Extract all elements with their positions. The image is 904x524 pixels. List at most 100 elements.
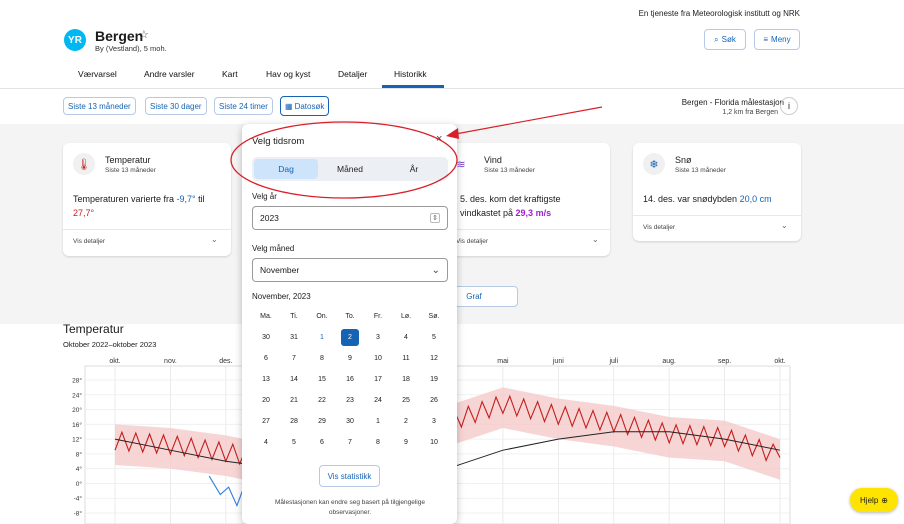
- calendar-day[interactable]: 10: [420, 439, 448, 446]
- yr-logo[interactable]: YR: [64, 29, 86, 51]
- calendar-icon: ▦: [285, 101, 293, 111]
- calendar-day[interactable]: 3: [420, 418, 448, 425]
- wind-period: Siste 13 måneder: [484, 167, 535, 174]
- month-select[interactable]: November ⌄: [252, 258, 448, 282]
- tab-hav-og-kyst[interactable]: Hav og kyst: [266, 69, 310, 79]
- calendar-day[interactable]: 1: [308, 334, 336, 341]
- calendar-day[interactable]: 5: [420, 334, 448, 341]
- period-24-hours[interactable]: Siste 24 timer: [214, 97, 273, 115]
- station-name: Bergen - Florida målestasjon: [681, 98, 784, 107]
- close-icon[interactable]: ×: [436, 133, 442, 145]
- calendar-day[interactable]: 20: [252, 397, 280, 404]
- tab-vaervarsel[interactable]: Værvarsel: [78, 69, 117, 79]
- y-tick-label: 16°: [72, 421, 82, 429]
- calendar-day[interactable]: 23: [336, 397, 364, 404]
- x-tick-label: aug.: [662, 358, 676, 365]
- y-tick-label: 4°: [76, 465, 83, 473]
- wind-card: ≋ Vind Siste 13 måneder 5. des. kom det …: [448, 143, 610, 256]
- calendar-day[interactable]: 24: [364, 397, 392, 404]
- calendar-day[interactable]: 29: [308, 418, 336, 425]
- period-type-tabs: Dag Måned År: [252, 157, 448, 181]
- favorite-star-icon[interactable]: ☆: [139, 28, 149, 41]
- calendar-day[interactable]: 26: [420, 397, 448, 404]
- calendar-day[interactable]: 30: [336, 418, 364, 425]
- calendar-day[interactable]: 31: [280, 334, 308, 341]
- help-button[interactable]: Hjelp ⊕: [850, 488, 898, 512]
- place-name: Bergen: [95, 28, 144, 44]
- calendar-day[interactable]: 27: [252, 418, 280, 425]
- temperature-title: Temperatur: [105, 155, 151, 165]
- stepper-icon[interactable]: ⇕: [430, 213, 440, 223]
- info-icon[interactable]: i: [780, 97, 798, 115]
- calendar-day[interactable]: 7: [336, 439, 364, 446]
- show-statistics-button[interactable]: Vis statistikk: [319, 465, 380, 487]
- chevron-down-icon[interactable]: ⌄: [781, 221, 788, 230]
- calendar-day[interactable]: 5: [280, 439, 308, 446]
- calendar-day[interactable]: 13: [252, 376, 280, 383]
- calendar-day[interactable]: 19: [420, 376, 448, 383]
- chart-title: Temperatur: [63, 322, 124, 336]
- temperature-period: Siste 13 måneder: [105, 167, 156, 174]
- calendar-day[interactable]: 12: [420, 355, 448, 362]
- chevron-down-icon[interactable]: ⌄: [211, 235, 218, 244]
- snowflake-icon: ❄: [643, 153, 665, 175]
- period-13-months[interactable]: Siste 13 måneder: [63, 97, 136, 115]
- weekday-header: Fr.: [373, 313, 383, 320]
- y-tick-label: 12°: [72, 436, 82, 444]
- period-30-days[interactable]: Siste 30 dager: [145, 97, 207, 115]
- menu-button[interactable]: ≡ Meny: [754, 29, 800, 50]
- calendar-day[interactable]: 8: [364, 439, 392, 446]
- calendar-day[interactable]: 4: [252, 439, 280, 446]
- weekday-header: Sø.: [428, 313, 440, 320]
- calendar-day[interactable]: 21: [280, 397, 308, 404]
- temperature-summary: Temperaturen varierte fra -9,7° til 27,7°: [73, 194, 205, 218]
- x-tick-label: juni: [552, 358, 564, 365]
- temperature-details-link[interactable]: Vis detaljer: [73, 238, 105, 245]
- wind-title: Vind: [484, 155, 502, 165]
- calendar-day[interactable]: 6: [308, 439, 336, 446]
- calendar-day[interactable]: 28: [280, 418, 308, 425]
- dialog-title: Velg tidsrom: [252, 136, 305, 147]
- chevron-down-icon[interactable]: ⌄: [592, 235, 599, 244]
- calendar-day[interactable]: 7: [280, 355, 308, 362]
- snow-details-link[interactable]: Vis detaljer: [643, 224, 675, 231]
- search-button[interactable]: ⌕ Søk: [704, 29, 746, 50]
- tab-month[interactable]: Måned: [318, 159, 382, 179]
- calendar-day[interactable]: 4: [392, 334, 420, 341]
- calendar-day[interactable]: 2: [392, 418, 420, 425]
- calendar-day[interactable]: 15: [308, 376, 336, 383]
- calendar-day[interactable]: 6: [252, 355, 280, 362]
- calendar-day[interactable]: 25: [392, 397, 420, 404]
- calendar-grid: Ma. Ti. On. To. Fr. Lø. Sø. 30 31 1 2 3 4 5 6 7 8 9 10 11 12…: [252, 306, 450, 453]
- y-tick-label: 24°: [72, 391, 82, 399]
- calendar-day[interactable]: 8: [308, 355, 336, 362]
- tab-year[interactable]: År: [382, 159, 446, 179]
- tab-kart[interactable]: Kart: [222, 69, 238, 79]
- calendar-day[interactable]: 9: [336, 355, 364, 362]
- wind-details-link[interactable]: Vis detaljer: [456, 238, 488, 245]
- tab-detaljer[interactable]: Detaljer: [338, 69, 367, 79]
- calendar-day[interactable]: 14: [280, 376, 308, 383]
- calendar-day[interactable]: 17: [364, 376, 392, 383]
- calendar-day[interactable]: 11: [392, 355, 420, 362]
- tab-historikk[interactable]: Historikk: [394, 69, 427, 79]
- x-tick-label: okt.: [774, 358, 785, 365]
- year-input[interactable]: 2023 ⇕: [252, 206, 448, 230]
- calendar-day[interactable]: 1: [364, 418, 392, 425]
- tab-day[interactable]: Dag: [254, 159, 318, 179]
- place-meta: By (Vestland), 5 moh.: [95, 44, 167, 53]
- calendar-day[interactable]: 9: [392, 439, 420, 446]
- calendar-day[interactable]: 30: [252, 334, 280, 341]
- calendar-day[interactable]: 16: [336, 376, 364, 383]
- calendar-day[interactable]: 18: [392, 376, 420, 383]
- calendar-day[interactable]: 3: [364, 334, 392, 341]
- date-search-button[interactable]: ▦ Datosøk: [280, 96, 330, 116]
- calendar-day[interactable]: 10: [364, 355, 392, 362]
- card-divider: [448, 229, 610, 230]
- tab-andre-varsler[interactable]: Andre varsler: [144, 69, 195, 79]
- calendar-day[interactable]: 2: [341, 329, 359, 346]
- menu-icon: ≡: [763, 35, 769, 44]
- y-tick-label: -8°: [74, 510, 83, 518]
- chevron-down-icon: ⌄: [431, 264, 440, 276]
- calendar-day[interactable]: 22: [308, 397, 336, 404]
